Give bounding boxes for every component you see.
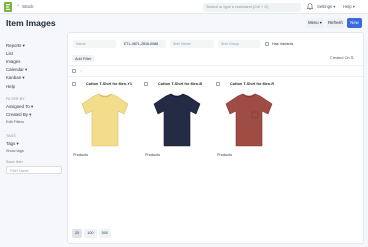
item-name-filter-input[interactable]: Item Name — [170, 40, 214, 48]
notification-bell-icon[interactable] — [307, 3, 313, 10]
item-group-filter-input[interactable]: Item Group — [218, 40, 260, 48]
tshirt-image-red[interactable] — [216, 90, 282, 150]
page-length-100[interactable]: 100 — [84, 229, 97, 238]
heart-icon[interactable]: ♡ — [153, 82, 157, 87]
name-filter-input[interactable]: Name — [73, 40, 116, 48]
tshirt-image-yellow[interactable] — [72, 90, 138, 150]
tags-dropdown[interactable]: Tags ▾ — [6, 141, 19, 147]
item-code-filter-input[interactable]: ETL-4671-2816-0088 — [121, 40, 166, 48]
app-logo-icon[interactable] — [4, 2, 12, 12]
card-title[interactable]: Cotton T-Shirt for Men-R — [230, 82, 274, 86]
add-filter-button[interactable]: Add Filter — [72, 55, 95, 62]
tags-heading: TAGS — [6, 134, 16, 138]
heart-icon[interactable]: ♡ — [225, 82, 229, 87]
search-input[interactable]: Search or type a command (Ctrl + G) — [203, 2, 301, 12]
card-item-group: Products — [217, 153, 232, 157]
top-navbar: › Stock Search or type a command (Ctrl +… — [0, 0, 368, 14]
page-length-selector: 20 100 500 — [72, 229, 111, 238]
sidebar-item-list[interactable]: List — [6, 51, 13, 56]
filter-by-heading: FILTER BY — [6, 97, 25, 101]
help-menu[interactable]: Help ▾ — [343, 4, 355, 9]
breadcrumb-stock[interactable]: Stock — [22, 4, 34, 9]
card-checkbox[interactable] — [216, 82, 220, 86]
has-variants-checkbox[interactable] — [265, 42, 269, 46]
sidebar-item-calendar[interactable]: Calendar ▾ — [6, 67, 27, 73]
sidebar-item-reports[interactable]: Reports ▾ — [6, 43, 25, 49]
divider — [68, 65, 363, 66]
sidebar-item-kanban[interactable]: Kanban ▾ — [6, 75, 25, 81]
page-length-20[interactable]: 20 — [72, 229, 83, 238]
edit-filters-link[interactable]: Edit Filters — [6, 120, 24, 124]
refresh-button[interactable]: Refresh — [326, 18, 345, 28]
sidebar-item-help[interactable]: Help — [6, 84, 15, 89]
star-icon[interactable]: ☆ — [79, 68, 83, 73]
divider — [68, 76, 363, 77]
menu-button[interactable]: Menu ▾ — [306, 18, 324, 28]
sort-selector[interactable]: Created On ⇅ — [330, 55, 354, 60]
card-item-group: Products — [73, 153, 88, 157]
filter-name-input[interactable]: Filter Name — [6, 166, 62, 174]
card-checkbox[interactable] — [72, 82, 76, 86]
card-title[interactable]: Cotton T-Shirt for Men-B — [158, 82, 202, 86]
card-checkbox[interactable] — [144, 82, 148, 86]
settings-menu[interactable]: Settings ▾ — [317, 4, 335, 9]
image-card[interactable]: ♡ Cotton T-Shirt for Men-B Products — [144, 81, 210, 161]
heart-icon[interactable]: ♡ — [81, 82, 85, 87]
sidebar-item-images[interactable]: Images — [6, 59, 20, 64]
save-filter-label: Save filter — [6, 160, 24, 164]
tshirt-image-navy[interactable] — [144, 90, 210, 150]
page-title: Item Images — [6, 18, 56, 28]
created-by-filter[interactable]: Created By ▾ — [6, 112, 31, 118]
show-tags-link[interactable]: Show tags — [6, 149, 24, 153]
select-all-checkbox[interactable] — [72, 69, 76, 73]
card-title[interactable]: Cotton T-Shirt for Men-Y1 — [86, 82, 132, 86]
new-button[interactable]: New — [347, 18, 362, 28]
page-length-500[interactable]: 500 — [98, 229, 111, 238]
assigned-to-filter[interactable]: Assigned To ▾ — [6, 104, 33, 110]
card-item-group: Products — [145, 153, 160, 157]
image-view-panel: Name ETL-4671-2816-0088 Item Name Item G… — [67, 32, 364, 244]
image-card[interactable]: ♡ Cotton T-Shirt for Men-Y1 Products — [72, 81, 138, 161]
image-card[interactable]: ♡ Cotton T-Shirt for Men-R Products — [216, 81, 282, 161]
has-variants-label: Has Variants — [272, 41, 294, 46]
breadcrumb-separator: › — [17, 3, 19, 9]
